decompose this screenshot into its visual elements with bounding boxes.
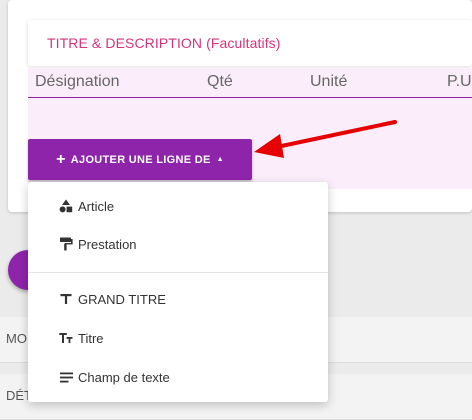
column-header-unit: Unité bbox=[310, 73, 348, 90]
column-header-unit-price: P.U bbox=[447, 73, 472, 90]
caret-up-icon: ▲ bbox=[216, 156, 224, 163]
shapes-icon bbox=[58, 199, 74, 213]
add-line-dropdown-menu: Article Prestation GRAND TITRE Titre Cha… bbox=[28, 182, 328, 402]
column-header-designation: Désignation bbox=[35, 73, 120, 90]
menu-item-article[interactable]: Article bbox=[28, 187, 328, 225]
menu-item-titre[interactable]: Titre bbox=[28, 319, 328, 357]
title-description-label: TITRE & DESCRIPTION (Facultatifs) bbox=[47, 35, 281, 51]
menu-item-grand-titre[interactable]: GRAND TITRE bbox=[28, 280, 328, 318]
text-lines-icon bbox=[58, 372, 74, 383]
menu-divider bbox=[28, 272, 328, 273]
menu-item-titre-label: Titre bbox=[78, 330, 104, 346]
format-title-icon bbox=[58, 293, 74, 305]
menu-item-champ-de-texte-label: Champ de texte bbox=[78, 369, 170, 385]
plus-icon: + bbox=[56, 150, 66, 168]
menu-item-prestation-label: Prestation bbox=[78, 236, 137, 252]
paint-roller-icon bbox=[58, 237, 74, 251]
menu-item-grand-titre-label: GRAND TITRE bbox=[78, 291, 166, 307]
title-description-field[interactable]: TITRE & DESCRIPTION (Facultatifs) bbox=[28, 20, 472, 66]
add-line-button[interactable]: + AJOUTER UNE LIGNE DE ▲ bbox=[28, 139, 252, 180]
menu-item-article-label: Article bbox=[78, 198, 115, 214]
menu-item-champ-de-texte[interactable]: Champ de texte bbox=[28, 358, 328, 396]
column-header-quantity: Qté bbox=[207, 73, 233, 90]
annotation-arrow-icon bbox=[254, 120, 397, 158]
lines-table-header: Désignation Qté Unité P.U bbox=[28, 68, 472, 98]
background-row-mo-label: MO bbox=[6, 331, 27, 346]
add-line-button-label: AJOUTER UNE LIGNE DE bbox=[70, 153, 211, 166]
format-size-icon bbox=[58, 332, 74, 344]
menu-item-prestation[interactable]: Prestation bbox=[28, 225, 328, 263]
